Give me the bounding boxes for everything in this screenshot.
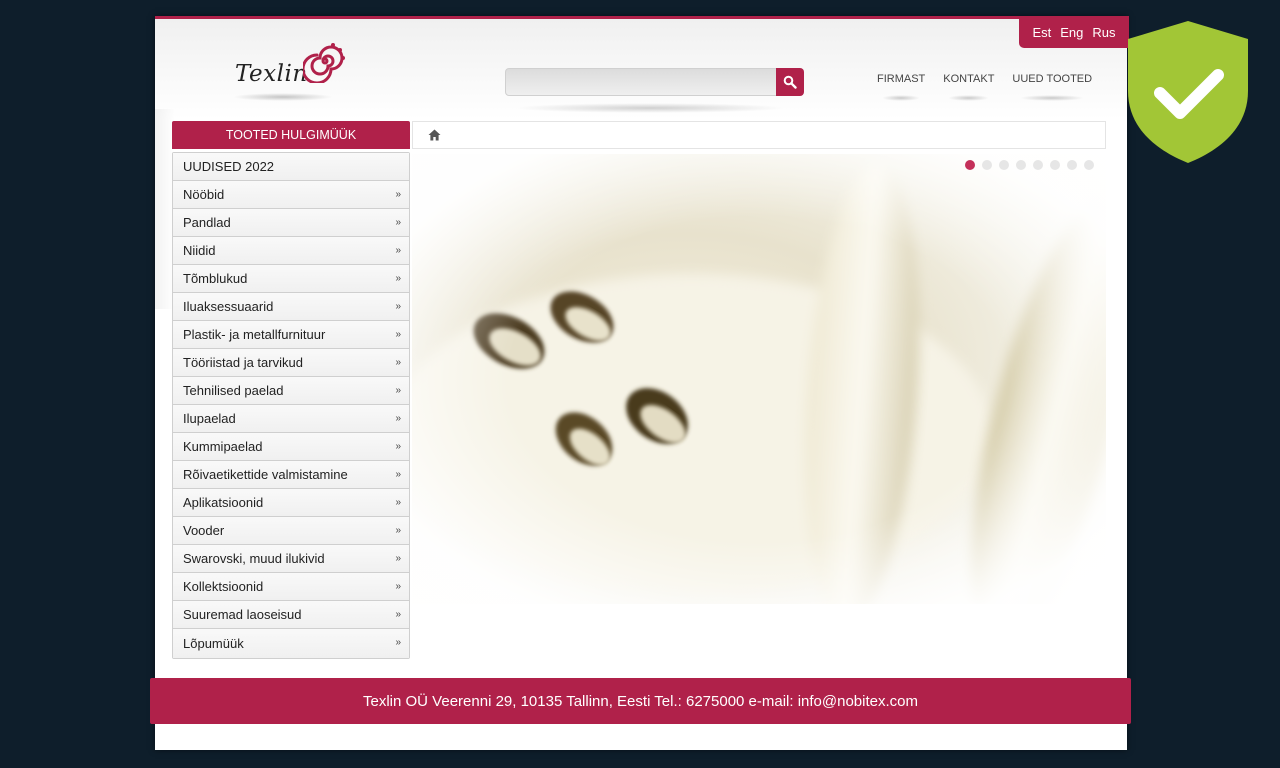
chevron-right-icon: » [395,217,401,228]
slider-dot[interactable] [1067,160,1077,170]
search-button[interactable] [776,68,804,96]
chevron-right-icon: » [395,245,401,256]
sidebar-item-label: Niidid [183,243,216,258]
sidebar-item-label: Tõmblukud [183,271,248,286]
sidebar-item-label: Lõpumüük [183,636,244,651]
chevron-right-icon: » [395,441,401,452]
chevron-right-icon: » [395,329,401,340]
nav-uued-tooted[interactable]: UUED TOOTED [1012,73,1092,101]
sidebar-item-label: Aplikatsioonid [183,495,264,510]
sidebar-item-label: Plastik- ja metallfurnituur [183,327,326,342]
sidebar-item-label: Kollektsioonid [183,579,264,594]
sidebar-item-label: Ilupaelad [183,411,236,426]
sidebar-item[interactable]: Tööriistad ja tarvikud » [173,349,409,377]
sidebar-item[interactable]: Tehnilised paelad » [173,377,409,405]
sidebar-item-label: UUDISED 2022 [183,159,275,174]
nav-kontakt[interactable]: KONTAKT [943,73,994,101]
slider-dot[interactable] [1033,160,1043,170]
lang-est-link[interactable]: Est [1032,25,1051,40]
sidebar-item[interactable]: Aplikatsioonid » [173,489,409,517]
search-input[interactable] [505,68,777,96]
sidebar-item-label: Nööbid [183,187,225,202]
slider-dot[interactable] [982,160,992,170]
chevron-right-icon: » [395,497,401,508]
sidebar-item[interactable]: Iluaksessuaarid » [173,293,409,321]
sidebar-item[interactable]: Nööbid » [173,181,409,209]
sidebar-item-label: Pandlad [183,215,231,230]
footer-bar: Texlin OÜ Veerenni 29, 10135 Tallinn, Ee… [150,678,1131,724]
chevron-right-icon: » [395,637,401,648]
logo-shadow [233,93,333,101]
shield-check-icon [1128,21,1248,163]
buttons-photo [412,154,1106,604]
page-container: Texlin Est Eng Rus FIRMAST KONTAKT UUED … [155,16,1129,750]
sidebar-item-label: Swarovski, muud ilukivid [183,551,325,566]
breadcrumb [412,121,1106,149]
logo-text: Texlin [235,61,308,87]
language-switcher: Est Eng Rus [1019,16,1129,48]
sidebar-item[interactable]: Tõmblukud » [173,265,409,293]
sidebar-item[interactable]: Kummipaelad » [173,433,409,461]
lang-rus-link[interactable]: Rus [1092,25,1115,40]
category-menu: UUDISED 2022 Nööbid» Pandlad» Niidid» Tõmblu… [172,152,410,659]
sidebar-item[interactable]: Ilupaelad » [173,405,409,433]
lang-eng-link[interactable]: Eng [1060,25,1083,40]
sidebar-item[interactable]: Swarovski, muud ilukivid » [173,545,409,573]
sidebar-item-label: Iluaksessuaarid [183,299,274,314]
chevron-right-icon: » [395,189,401,200]
sidebar-item-label: Suuremad laoseisud [183,607,302,622]
chevron-right-icon: » [395,357,401,368]
chevron-right-icon: » [395,469,401,480]
sidebar-item[interactable]: Vooder » [173,517,409,545]
sidebar-title: TOOTED HULGIMÜÜK [172,121,410,149]
chevron-right-icon: » [395,385,401,396]
sidebar-item-label: Tehnilised paelad [183,383,284,398]
footer-contact-text: Texlin OÜ Veerenni 29, 10135 Tallinn, Ee… [363,692,918,710]
logo[interactable]: Texlin [233,39,348,99]
sidebar-item[interactable]: Pandlad » [173,209,409,237]
sidebar-item-label: Rõivaetikettide valmistamine [183,467,348,482]
search-bar [505,68,805,98]
hero-slider[interactable] [412,154,1106,604]
slider-dot[interactable] [965,160,975,170]
chevron-right-icon: » [395,413,401,424]
sidebar-item[interactable]: Niidid » [173,237,409,265]
search-icon [783,75,797,89]
chevron-right-icon: » [395,553,401,564]
chevron-right-icon: » [395,301,401,312]
chevron-right-icon: » [395,525,401,536]
sidebar-item[interactable]: Suuremad laoseisud » [173,601,409,629]
chevron-right-icon: » [395,609,401,620]
sidebar-item[interactable]: Lõpumüük » [173,629,409,658]
slider-dot[interactable] [1050,160,1060,170]
category-sidebar: TOOTED HULGIMÜÜK UUDISED 2022 Nööbid» Pand… [172,121,410,659]
sidebar-item-label: Tööriistad ja tarvikud [183,355,303,370]
chevron-right-icon: » [395,273,401,284]
top-navigation: FIRMAST KONTAKT UUED TOOTED [877,73,1092,101]
slider-dots [965,160,1094,170]
home-icon[interactable] [428,129,441,141]
chevron-right-icon: » [395,581,401,592]
search-shadow [515,103,785,113]
sidebar-item[interactable]: UUDISED 2022 [173,153,409,181]
slider-dot[interactable] [1016,160,1026,170]
slider-dot[interactable] [1084,160,1094,170]
sidebar-item[interactable]: Rõivaetikettide valmistamine » [173,461,409,489]
nav-firmast[interactable]: FIRMAST [877,73,925,101]
sidebar-item[interactable]: Kollektsioonid » [173,573,409,601]
sidebar-item-label: Kummipaelad [183,439,263,454]
sidebar-item-label: Vooder [183,523,225,538]
sidebar-item[interactable]: Plastik- ja metallfurnituur » [173,321,409,349]
slider-dot[interactable] [999,160,1009,170]
spiral-logo-icon [303,43,345,83]
